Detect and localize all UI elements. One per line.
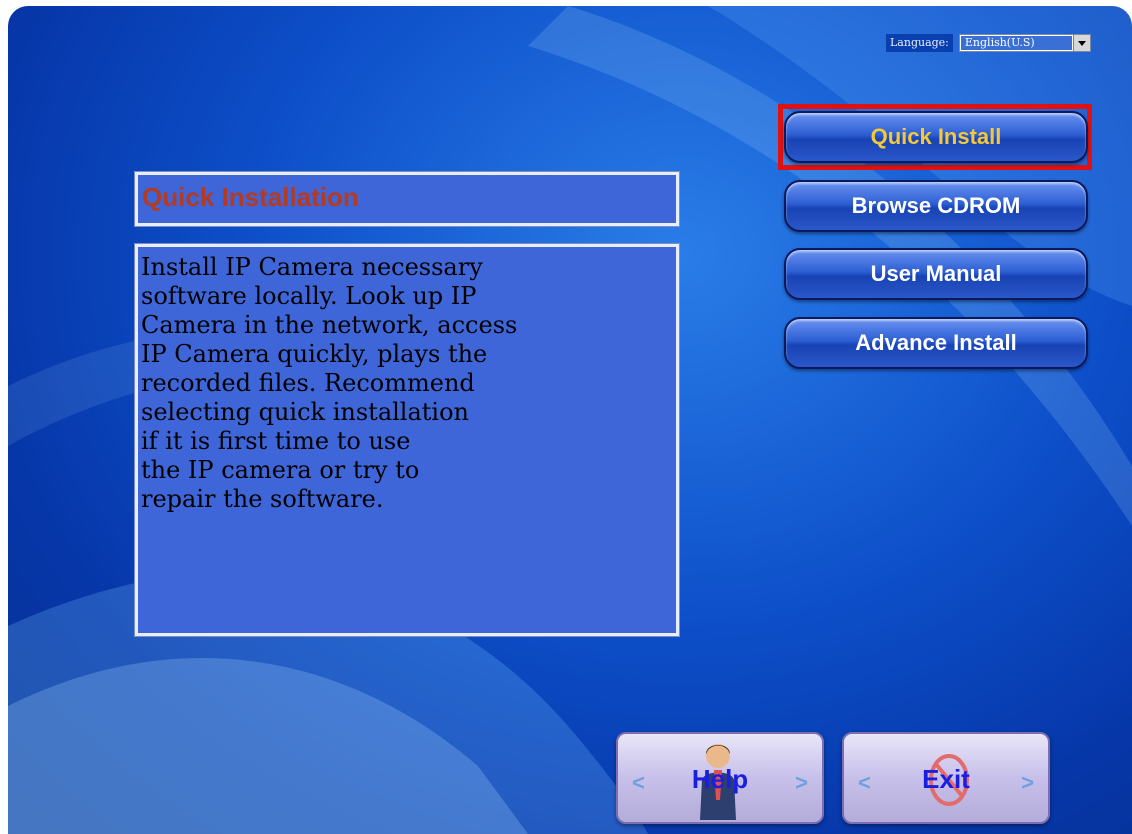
dropdown-arrow-icon[interactable] <box>1072 35 1090 51</box>
help-button[interactable]: < > Help <box>616 732 824 824</box>
quick-install-button[interactable]: Quick Install <box>784 111 1088 163</box>
exit-button[interactable]: < > Exit <box>842 732 1050 824</box>
installer-window: Language: English(U.S) Quick Installatio… <box>8 6 1132 834</box>
language-label: Language: <box>886 34 953 52</box>
user-manual-button[interactable]: User Manual <box>784 248 1088 300</box>
language-selector: Language: English(U.S) <box>886 34 1091 52</box>
language-value: English(U.S) <box>960 36 1072 50</box>
browse-cdrom-button[interactable]: Browse CDROM <box>784 180 1088 232</box>
panel-title: Quick Installation <box>134 171 680 227</box>
language-dropdown[interactable]: English(U.S) <box>958 34 1091 52</box>
advance-install-button[interactable]: Advance Install <box>784 317 1088 369</box>
help-label: Help <box>691 764 749 794</box>
exit-label: Exit <box>922 764 970 794</box>
panel-description: Install IP Camera necessary software loc… <box>134 243 680 637</box>
